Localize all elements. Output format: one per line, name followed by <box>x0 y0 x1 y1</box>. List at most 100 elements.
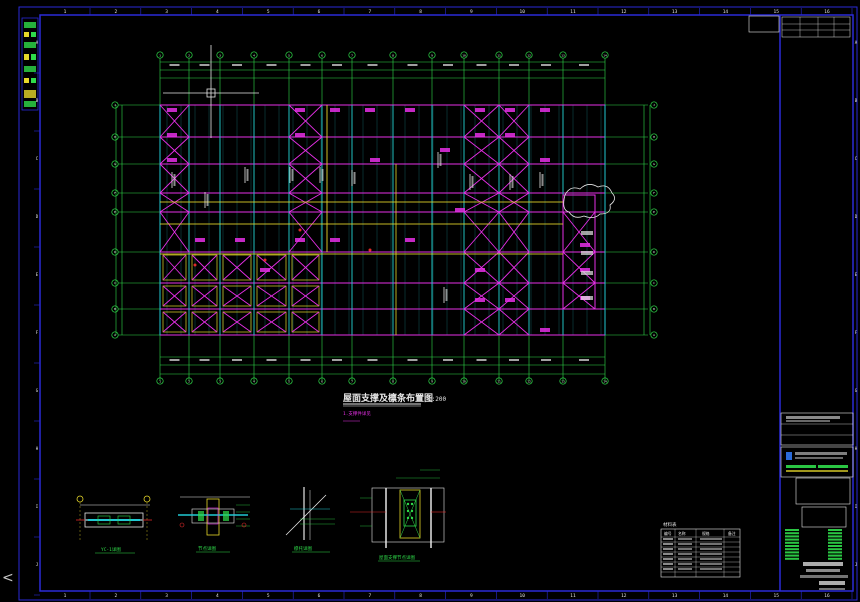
dimension-value <box>541 64 551 66</box>
axis-label-top: 4 <box>253 54 255 58</box>
section-label <box>471 176 474 188</box>
border-number-bottom: 12 <box>621 593 627 599</box>
border-number-bottom: 9 <box>470 593 473 599</box>
inner-frame <box>39 14 854 592</box>
member-tag <box>540 328 550 332</box>
material-cell <box>663 558 673 560</box>
detail-joint-title: 节点详图 <box>198 545 216 552</box>
revision-cloud <box>563 184 615 218</box>
axis-label-top: 2 <box>188 54 190 58</box>
title-block-label <box>785 535 799 538</box>
dimension-value <box>443 359 453 361</box>
title-block-label <box>828 554 842 557</box>
material-cell <box>678 563 692 565</box>
border-number-top: 1 <box>64 9 67 15</box>
border-number-bottom: 6 <box>318 593 321 599</box>
member-tag <box>330 238 340 242</box>
building-outline <box>159 104 606 336</box>
material-cell <box>663 548 673 550</box>
material-cell <box>678 548 692 550</box>
material-table-header-1: 编号 <box>664 531 672 536</box>
title-block-label <box>828 532 842 535</box>
dimension-value <box>232 64 242 66</box>
axis-label-bottom: 14 <box>603 380 607 384</box>
dimension-value <box>541 359 551 361</box>
axis-label-right: F <box>653 191 655 195</box>
material-cell <box>678 568 692 570</box>
border-number-top: 6 <box>318 9 321 15</box>
border-numbers-bottom: 1 2 3 4 5 6 7 8 9 10 11 12 13 14 15 16 <box>64 591 853 599</box>
border-letter-left: C <box>36 156 39 161</box>
dimension-value <box>199 64 210 66</box>
axis-label-bottom: 8 <box>392 380 394 384</box>
border-number-top: 7 <box>368 9 371 15</box>
axis-label-bottom: 1 <box>159 380 161 384</box>
title-block[interactable] <box>780 412 854 590</box>
title-block-label <box>828 529 842 531</box>
border-number-bottom: 2 <box>114 593 117 599</box>
dimension-value <box>332 359 342 361</box>
material-cell <box>678 553 692 555</box>
border-letter-left: I <box>36 504 39 509</box>
border-number-top: 12 <box>621 9 627 15</box>
detail-joint[interactable]: 节点详图 <box>178 496 250 553</box>
dimension-value <box>332 64 342 66</box>
border-letter-left: H <box>36 446 39 451</box>
material-table-header-3: 规格 <box>702 531 710 536</box>
detail-yc1[interactable]: YC-1详图 <box>76 495 152 554</box>
border-number-bottom: 14 <box>723 593 729 599</box>
member-tag <box>475 133 485 137</box>
axis-label-left: H <box>114 135 116 139</box>
axis-label-left: G <box>114 162 116 166</box>
detail-bracing-node-title: 屋面支撑节点详图 <box>379 554 415 561</box>
title-block-label <box>785 548 799 551</box>
detail-purlin-title: 檩托详图 <box>294 545 312 552</box>
axis-label-top: 13 <box>561 54 565 58</box>
detail-purlin-support[interactable]: 檩托详图 <box>285 487 335 553</box>
border-number-bottom: 1 <box>64 593 67 599</box>
member-tag <box>370 158 380 162</box>
axis-label-bottom: 13 <box>561 380 565 384</box>
title-block-label <box>785 545 799 547</box>
material-cell <box>663 563 673 565</box>
material-table[interactable]: 材料表 编号 名称 规格 备注 <box>660 521 741 578</box>
left-stamp-strip <box>21 17 39 111</box>
detail-roof-bracing-node[interactable]: 屋面支撑节点详图 <box>350 469 446 562</box>
border-number-bottom: 4 <box>216 593 219 599</box>
member-tag <box>295 108 305 112</box>
border-letter-left: F <box>36 330 39 335</box>
material-cell <box>663 543 673 545</box>
title-block-label <box>828 545 842 547</box>
section-label <box>321 169 324 181</box>
node-point <box>193 263 197 267</box>
border-number-top: 13 <box>672 9 678 15</box>
axis-label-left: B <box>114 307 116 311</box>
border-number-bottom: 15 <box>773 593 779 599</box>
axis-label-top: 10 <box>462 54 466 58</box>
section-label <box>439 154 442 166</box>
member-tag <box>475 268 485 272</box>
axis-label-bottom: 4 <box>253 380 255 384</box>
border-number-top: 8 <box>419 9 422 15</box>
border-number-bottom: 16 <box>824 593 830 599</box>
material-cell <box>663 553 673 555</box>
axis-label-top: 6 <box>321 54 323 58</box>
member-tag <box>167 108 177 112</box>
title-block-label <box>785 551 799 554</box>
axis-label-top: 3 <box>219 54 221 58</box>
dimension-value <box>266 64 277 66</box>
member-tag <box>505 108 515 112</box>
border-letter-left: J <box>36 562 38 567</box>
cad-drawing-canvas[interactable]: 1 2 3 4 5 6 7 8 9 10 11 12 13 14 15 16 1 2 3 4 5 6 7 8 9 10 11 12 1… <box>0 0 860 602</box>
border-number-top: 2 <box>114 9 117 15</box>
section-label <box>291 169 294 181</box>
title-block-label <box>828 557 842 560</box>
axis-label-bottom: 9 <box>431 380 433 384</box>
axis-label-right: D <box>653 250 655 254</box>
detail-yc1-title: YC-1详图 <box>101 546 121 553</box>
axis-label-right: J <box>653 103 655 107</box>
border-number-top: 11 <box>570 9 576 15</box>
roof-bracing-plan[interactable]: 11223344556677889910101111121213131414J J… <box>111 45 658 385</box>
border-number-top: 3 <box>165 9 168 15</box>
border-number-top: 15 <box>773 9 779 15</box>
